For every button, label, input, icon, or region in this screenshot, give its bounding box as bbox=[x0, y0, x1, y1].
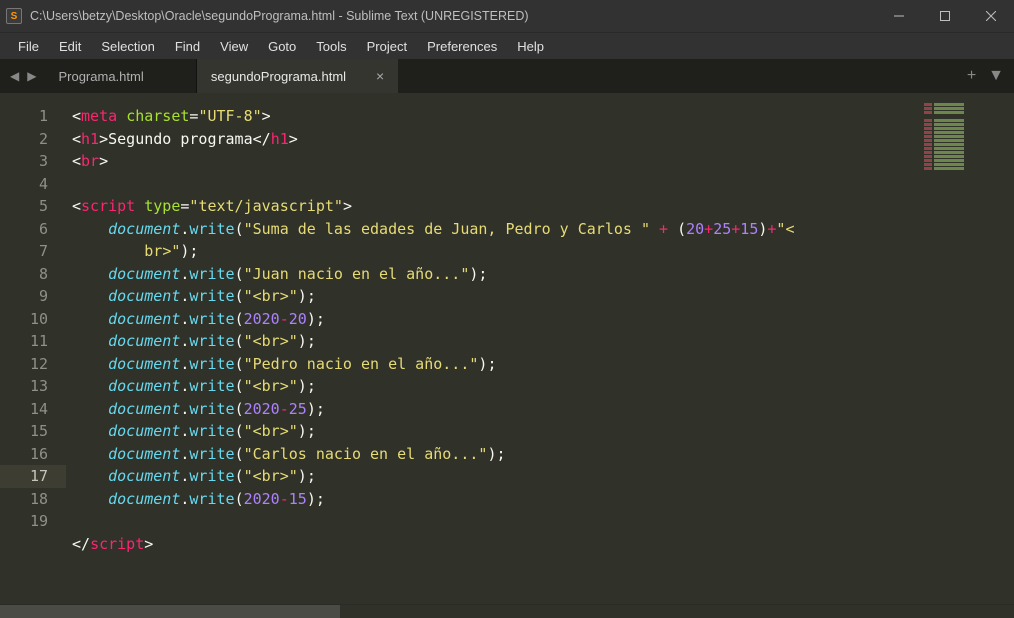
line-number: 11 bbox=[0, 330, 48, 353]
menu-goto[interactable]: Goto bbox=[258, 35, 306, 58]
editor-area: 1 2 3 4 5 6 7 8 9 10 11 12 13 14 15 16 1… bbox=[0, 93, 1014, 604]
new-tab-icon[interactable]: + bbox=[967, 67, 976, 85]
line-number: 14 bbox=[0, 398, 48, 421]
tab-segundoprograma[interactable]: segundoPrograma.html × bbox=[197, 59, 398, 93]
close-button[interactable] bbox=[968, 0, 1014, 32]
window-title: C:\Users\betzy\Desktop\Oracle\segundoPro… bbox=[30, 9, 876, 23]
line-number: 19 bbox=[0, 510, 48, 533]
menu-file[interactable]: File bbox=[8, 35, 49, 58]
horizontal-scrollbar[interactable] bbox=[0, 604, 1014, 618]
line-number: 1 bbox=[0, 105, 48, 128]
minimap-preview bbox=[924, 103, 1004, 173]
minimap[interactable] bbox=[904, 93, 1014, 604]
menu-bar: File Edit Selection Find View Goto Tools… bbox=[0, 32, 1014, 59]
line-number: 16 bbox=[0, 443, 48, 466]
line-number-gutter[interactable]: 1 2 3 4 5 6 7 8 9 10 11 12 13 14 15 16 1… bbox=[0, 93, 66, 604]
tab-label: Programa.html bbox=[58, 69, 143, 84]
title-bar[interactable]: S C:\Users\betzy\Desktop\Oracle\segundoP… bbox=[0, 0, 1014, 32]
tab-history-nav: ◀ ▶ bbox=[0, 59, 44, 93]
menu-edit[interactable]: Edit bbox=[49, 35, 91, 58]
tab-menu-icon[interactable]: ▼ bbox=[988, 67, 1004, 85]
window-controls bbox=[876, 0, 1014, 32]
line-number: 8 bbox=[0, 263, 48, 286]
line-number: 2 bbox=[0, 128, 48, 151]
line-number: 6 bbox=[0, 218, 48, 241]
line-number: 9 bbox=[0, 285, 48, 308]
line-number: 15 bbox=[0, 420, 48, 443]
menu-find[interactable]: Find bbox=[165, 35, 210, 58]
line-number: 13 bbox=[0, 375, 48, 398]
code-editor[interactable]: <meta charset="UTF-8"> <h1>Segundo progr… bbox=[66, 93, 904, 604]
line-number: 5 bbox=[0, 195, 48, 218]
line-number: 3 bbox=[0, 150, 48, 173]
line-number: 7 bbox=[0, 240, 48, 263]
minimize-button[interactable] bbox=[876, 0, 922, 32]
line-number: 12 bbox=[0, 353, 48, 376]
scrollbar-thumb[interactable] bbox=[0, 605, 340, 618]
menu-project[interactable]: Project bbox=[357, 35, 417, 58]
tab-forward-icon[interactable]: ▶ bbox=[27, 69, 36, 83]
line-number: 18 bbox=[0, 488, 48, 511]
tab-bar: ◀ ▶ Programa.html × segundoPrograma.html… bbox=[0, 59, 1014, 93]
tab-close-icon[interactable]: × bbox=[376, 68, 384, 84]
line-number: 10 bbox=[0, 308, 48, 331]
line-number: 4 bbox=[0, 173, 48, 196]
menu-preferences[interactable]: Preferences bbox=[417, 35, 507, 58]
menu-help[interactable]: Help bbox=[507, 35, 554, 58]
menu-tools[interactable]: Tools bbox=[306, 35, 356, 58]
line-number: 17 bbox=[0, 465, 66, 488]
menu-selection[interactable]: Selection bbox=[91, 35, 164, 58]
tab-back-icon[interactable]: ◀ bbox=[10, 69, 19, 83]
menu-view[interactable]: View bbox=[210, 35, 258, 58]
app-badge-icon: S bbox=[6, 8, 22, 24]
tab-programa[interactable]: Programa.html × bbox=[44, 59, 195, 93]
maximize-button[interactable] bbox=[922, 0, 968, 32]
tab-label: segundoPrograma.html bbox=[211, 69, 346, 84]
